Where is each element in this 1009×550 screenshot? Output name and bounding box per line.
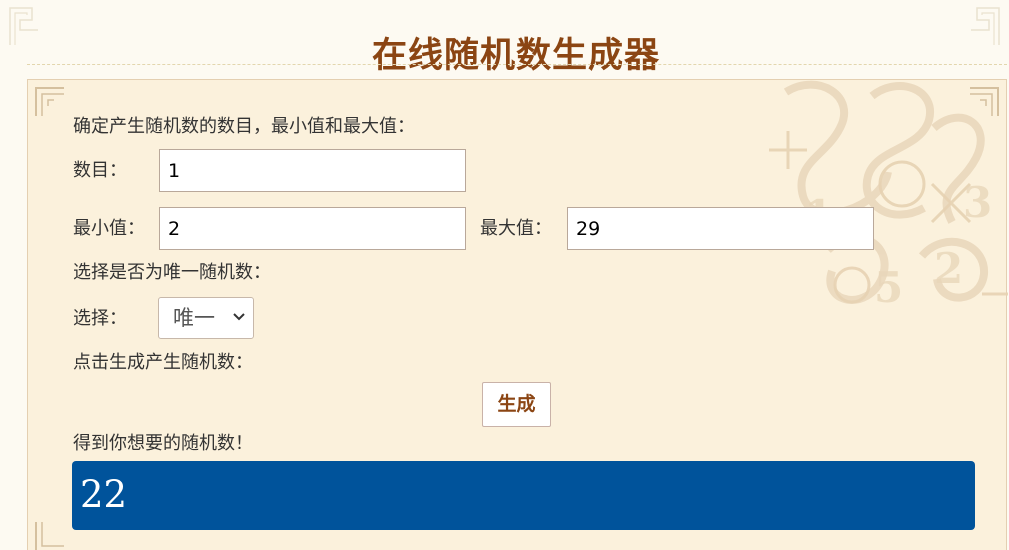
generate-button[interactable]: 生成 bbox=[482, 382, 551, 427]
svg-text:2: 2 bbox=[934, 244, 963, 293]
result-instruction: 得到你想要的随机数！ bbox=[73, 433, 253, 454]
minimum-label: 最小值： bbox=[73, 218, 145, 239]
minimum-input[interactable] bbox=[159, 207, 466, 250]
svg-text:5: 5 bbox=[874, 263, 903, 312]
panel-bottom-left-corner-icon bbox=[35, 522, 64, 550]
panel-top-right-corner-icon bbox=[970, 87, 999, 116]
unique-select-value: 唯一 bbox=[173, 306, 215, 330]
svg-text:3: 3 bbox=[963, 178, 992, 227]
chevron-down-icon bbox=[233, 313, 245, 321]
maximum-label: 最大值： bbox=[480, 218, 552, 239]
count-input[interactable] bbox=[159, 149, 466, 192]
generate-instruction: 点击生成产生随机数： bbox=[73, 352, 253, 373]
random-number-generator-page: 在线随机数生成器 3 5 2 确定产生随机数的数目，最小值和最大值： 数目： 1… bbox=[0, 0, 1009, 550]
setup-instruction: 确定产生随机数的数目，最小值和最大值： bbox=[73, 116, 415, 137]
result-display: 22 bbox=[72, 461, 975, 530]
selection-label: 选择： bbox=[73, 308, 127, 329]
unique-instruction: 选择是否为唯一随机数： bbox=[73, 262, 271, 283]
maximum-input[interactable] bbox=[567, 207, 874, 250]
count-label: 数目： bbox=[73, 160, 127, 181]
unique-select[interactable]: 唯一 bbox=[158, 297, 254, 339]
random-result-value: 22 bbox=[80, 473, 128, 516]
title-divider bbox=[27, 64, 1007, 65]
page-title: 在线随机数生成器 bbox=[371, 36, 660, 77]
panel-top-left-corner-icon bbox=[35, 87, 64, 116]
